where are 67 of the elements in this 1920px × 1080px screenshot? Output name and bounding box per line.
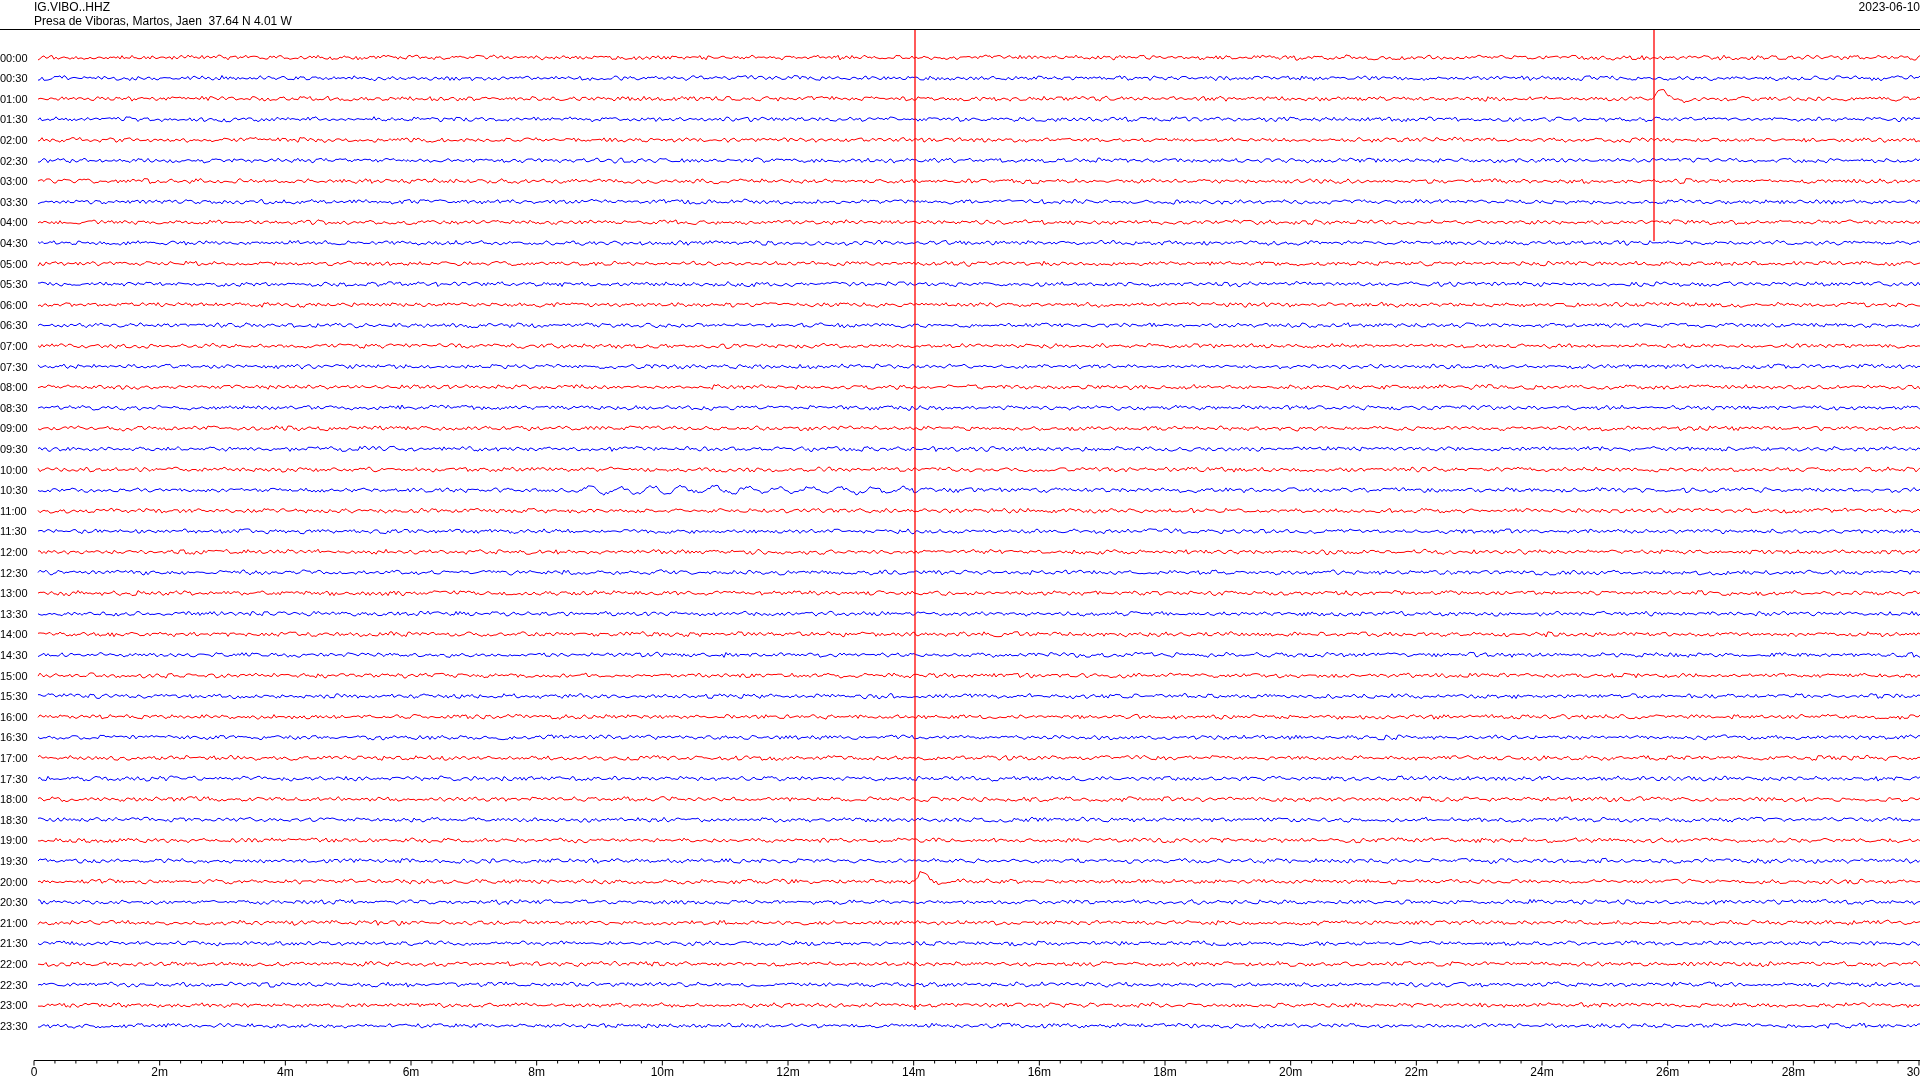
time-label: 03:30 bbox=[0, 195, 28, 208]
time-label: 17:30 bbox=[0, 772, 28, 785]
time-label: 19:30 bbox=[0, 854, 28, 867]
axis-label: 26m bbox=[1656, 1064, 1680, 1079]
time-label: 07:00 bbox=[0, 339, 28, 352]
time-label: 08:00 bbox=[0, 381, 28, 394]
time-label: 00:30 bbox=[0, 72, 28, 85]
axis-label: 30 bbox=[1906, 1064, 1920, 1079]
time-label: 13:30 bbox=[0, 607, 28, 620]
time-label: 21:30 bbox=[0, 937, 28, 950]
time-label: 02:30 bbox=[0, 154, 28, 167]
axis-label: 12m bbox=[776, 1064, 800, 1079]
time-label: 23:00 bbox=[0, 999, 28, 1012]
time-label: 04:00 bbox=[0, 216, 28, 229]
time-label: 10:30 bbox=[0, 484, 28, 497]
time-label: 22:00 bbox=[0, 957, 28, 970]
time-label: 09:00 bbox=[0, 422, 28, 435]
time-label: 22:30 bbox=[0, 978, 28, 991]
time-label: 04:30 bbox=[0, 236, 28, 249]
time-label: 15:30 bbox=[0, 690, 28, 703]
time-label: 14:00 bbox=[0, 628, 28, 641]
time-label: 08:30 bbox=[0, 401, 28, 414]
axis-label: 16m bbox=[1027, 1064, 1051, 1079]
time-label: 19:00 bbox=[0, 834, 28, 847]
axis-label: 14m bbox=[902, 1064, 926, 1079]
axis-label: 2m bbox=[151, 1064, 168, 1079]
time-label: 06:30 bbox=[0, 319, 28, 332]
time-label: 10:00 bbox=[0, 463, 28, 476]
axis-label: 0 bbox=[30, 1064, 38, 1079]
time-label: 01:30 bbox=[0, 113, 28, 126]
time-label: 21:00 bbox=[0, 916, 28, 929]
time-label: 15:00 bbox=[0, 669, 28, 682]
axis-label: 4m bbox=[277, 1064, 294, 1079]
time-label: 00:00 bbox=[0, 51, 28, 64]
time-label: 11:30 bbox=[0, 525, 27, 538]
time-label: 02:00 bbox=[0, 133, 28, 146]
time-label: 18:30 bbox=[0, 813, 28, 826]
time-label: 12:30 bbox=[0, 566, 28, 579]
time-label: 23:30 bbox=[0, 1019, 28, 1032]
time-label: 12:00 bbox=[0, 545, 28, 558]
station-location: Presa de Viboras, Martos, Jaen 37.64 N 4.01 W bbox=[34, 14, 292, 28]
time-label: 20:30 bbox=[0, 896, 28, 909]
axis-label: 28m bbox=[1781, 1064, 1805, 1079]
time-label: 17:00 bbox=[0, 751, 28, 764]
time-label: 03:00 bbox=[0, 175, 28, 188]
axis-label: 6m bbox=[402, 1064, 420, 1079]
station-code: IG.VIBO..HHZ bbox=[34, 0, 111, 14]
time-label: 05:30 bbox=[0, 278, 28, 291]
time-label: 20:00 bbox=[0, 875, 28, 888]
time-label: 16:30 bbox=[0, 731, 28, 744]
axis-label: 20m bbox=[1279, 1064, 1303, 1079]
time-label: 09:30 bbox=[0, 442, 28, 455]
time-label: 05:00 bbox=[0, 257, 28, 270]
time-label: 06:00 bbox=[0, 298, 28, 311]
time-label: 01:00 bbox=[0, 92, 28, 105]
axis-label: 18m bbox=[1153, 1064, 1177, 1079]
axis-label: 22m bbox=[1404, 1064, 1428, 1079]
time-label: 11:00 bbox=[0, 504, 27, 517]
time-label: 16:00 bbox=[0, 710, 28, 723]
axis-label: 24m bbox=[1530, 1064, 1554, 1079]
date-label: 2023-06-10 bbox=[1858, 0, 1920, 14]
axis-label: 8m bbox=[528, 1064, 545, 1079]
axis-label: 10m bbox=[650, 1064, 674, 1079]
time-label: 14:30 bbox=[0, 648, 28, 661]
time-label: 07:30 bbox=[0, 360, 28, 373]
time-label: 18:00 bbox=[0, 793, 28, 806]
time-label: 13:00 bbox=[0, 587, 28, 600]
